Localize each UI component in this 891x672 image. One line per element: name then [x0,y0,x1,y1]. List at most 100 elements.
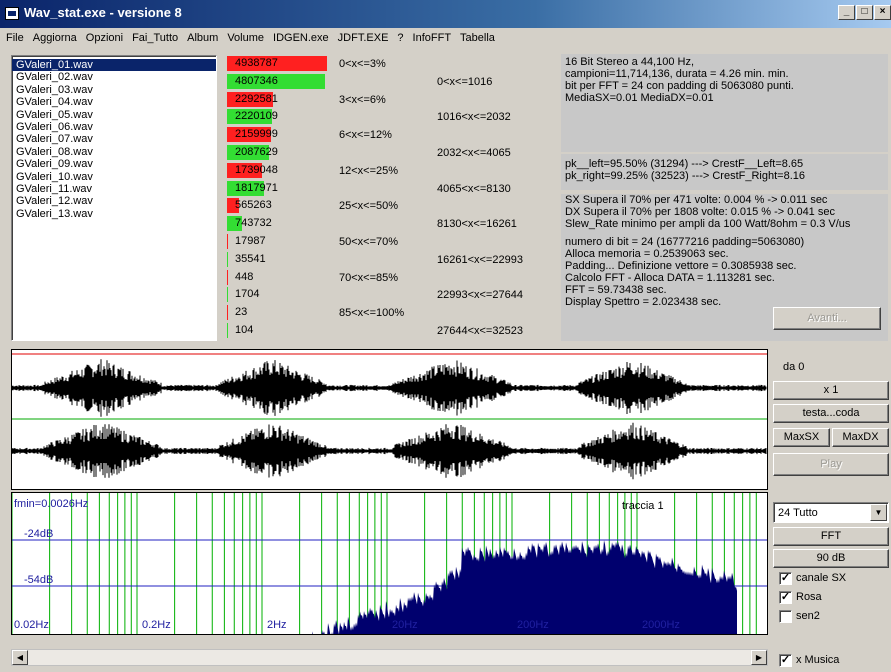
file-list-item[interactable]: GValeri_12.wav [12,195,216,207]
avanti-button[interactable]: Avanti... [773,307,881,330]
info-line: pk_right=99.25% (32523) ---> CrestF_Righ… [565,170,805,182]
bits-select[interactable]: 24 Tutto ▼ [773,502,889,523]
histogram-value: 17987 [235,235,266,247]
fft-button[interactable]: FFT [773,527,889,546]
histogram-value: 2159999 [235,128,278,141]
scroll-left-arrow-icon[interactable]: ◀ [12,650,28,665]
window-title: Wav_stat.exe - versione 8 [24,5,182,20]
x-musica-box[interactable]: ✓ [779,654,792,667]
menu-item-9[interactable]: InfoFFT [413,32,452,44]
menu-item-10[interactable]: Tabella [460,32,495,44]
sen2-box[interactable] [779,610,792,623]
close-button[interactable]: × [874,5,891,20]
sample-range-label: 1016<x<=2032 [437,111,511,124]
info-line: numero di bit = 24 (16777216 padding=506… [565,236,805,248]
histogram-bar [227,269,228,285]
info-line: pk__left=95.50% (31294) ---> CrestF__Lef… [565,158,804,170]
frequency-tick-label: 0.02Hz [14,619,49,631]
pct-range-label: 25<x<=50% [339,200,399,213]
canale-sx-box[interactable]: ✓ [779,572,792,585]
histogram-value: 565263 [235,199,272,212]
info-line: SX Supera il 70% per 471 volte: 0.004 % … [565,194,828,206]
testa-coda-button[interactable]: testa...coda [773,404,889,423]
menu-item-1[interactable]: Aggiorna [33,32,77,44]
file-list-item[interactable]: GValeri_09.wav [12,158,216,170]
sample-range-label: 27644<x<=32523 [437,325,523,337]
rosa-checkbox[interactable]: ✓ Rosa [779,591,822,606]
menu-item-7[interactable]: JDFT.EXE [338,32,389,44]
bits-select-value: 24 Tutto [778,507,818,519]
file-list-item[interactable]: GValeri_07.wav [12,133,216,145]
menu-item-5[interactable]: Volume [227,32,264,44]
sen2-label: sen2 [796,610,820,622]
play-button[interactable]: Play [773,453,889,476]
title-bar: Wav_stat.exe - versione 8 _ □ × [0,0,891,28]
menu-item-3[interactable]: Fai_Tutto [132,32,178,44]
db-button[interactable]: 90 dB [773,549,889,568]
file-list-item[interactable]: GValeri_01.wav [12,59,216,72]
histogram-bar [227,287,228,303]
x-musica-label: x Musica [796,654,840,666]
dropdown-arrow-icon[interactable]: ▼ [870,504,887,521]
sample-range-label: 16261<x<=22993 [437,253,523,266]
db-label: -54dB [24,574,53,586]
rosa-box[interactable]: ✓ [779,591,792,604]
info-peak-panel: pk__left=95.50% (31294) ---> CrestF__Lef… [561,154,888,190]
pct-range-label: 50<x<=70% [339,236,399,248]
info-line: Alloca memoria = 0.2539063 sec. [565,248,729,260]
da-label: da 0 [783,361,805,373]
file-list-item[interactable]: GValeri_11.wav [12,183,216,195]
file-list-item[interactable]: GValeri_10.wav [12,171,216,183]
file-list-item[interactable]: GValeri_03.wav [12,84,216,96]
menu-item-8[interactable]: ? [397,32,403,44]
info-line: bit per FFT = 24 con padding di 5063080 … [565,80,794,92]
sen2-checkbox[interactable]: sen2 [779,610,820,625]
info-line: Slew_Rate minimo per ampli da 100 Watt/8… [565,218,851,230]
scroll-right-arrow-icon[interactable]: ▶ [751,650,767,665]
file-list-item[interactable]: GValeri_05.wav [12,109,216,121]
sample-range-label: 4065<x<=8130 [437,182,511,195]
frequency-tick-label: 2Hz [267,619,287,631]
file-list-item[interactable]: GValeri_08.wav [12,146,216,158]
pct-range-label: 3<x<=6% [339,93,386,106]
traccia-label: traccia 1 [622,500,664,512]
info-line: campioni=11,714,136, durata = 4.26 min. … [565,68,789,80]
waveform-view[interactable] [11,349,768,490]
minimize-button[interactable]: _ [838,5,855,20]
pct-range-label: 85<x<=100% [339,307,405,320]
spectrum-svg: fmin=0.0026Hz traccia 1 -24dB -54dB 0.02Hz 0.… [12,493,767,634]
info-line: Calcolo FFT - Alloca DATA = 1.113281 sec… [565,272,775,284]
fmin-label: fmin=0.0026Hz [14,498,88,510]
histogram-value: 448 [235,270,254,283]
file-list-item[interactable]: GValeri_06.wav [12,121,216,133]
canale-sx-label: canale SX [796,572,847,584]
x-musica-checkbox[interactable]: ✓ x Musica [779,654,839,669]
horizontal-scrollbar[interactable]: ◀ ▶ [11,649,768,666]
menu-item-6[interactable]: IDGEN.exe [273,32,329,44]
frequency-tick-label: 2000Hz [642,619,680,631]
maxsx-button[interactable]: MaxSX [773,428,830,447]
x1-button[interactable]: x 1 [773,381,889,400]
frequency-tick-label: 0.2Hz [142,619,171,631]
right-channel-waveform [11,422,767,480]
file-list-item[interactable]: GValeri_04.wav [12,96,216,108]
spectrum-view[interactable]: fmin=0.0026Hz traccia 1 -24dB -54dB 0.02Hz 0.… [11,492,768,635]
menu-item-0[interactable]: File [6,32,24,44]
maximize-button[interactable]: □ [856,5,873,20]
histogram-value: 4807346 [235,74,278,87]
menu-item-4[interactable]: Album [187,32,218,44]
canale-sx-checkbox[interactable]: ✓ canale SX [779,572,846,587]
histogram-value: 1817971 [235,181,278,194]
info-line: DX Supera il 70% per 1808 volte: 0.015 %… [565,206,835,218]
menu-item-2[interactable]: Opzioni [86,32,123,44]
pct-range-label: 6<x<=12% [339,129,392,142]
histogram-bar [227,234,228,249]
app-icon [5,7,19,20]
file-list-item[interactable]: GValeri_13.wav [12,208,216,220]
file-list[interactable]: GValeri_01.wav GValeri_02.wav GValeri_03.w… [11,55,217,341]
info-line: MediaSX=0.01 MediaDX=0.01 [565,92,714,104]
maxdx-button[interactable]: MaxDX [832,428,889,447]
sample-range-label: 0<x<=1016 [437,75,493,88]
histogram-value: 1739048 [235,163,278,176]
file-list-item[interactable]: GValeri_02.wav [12,71,216,83]
